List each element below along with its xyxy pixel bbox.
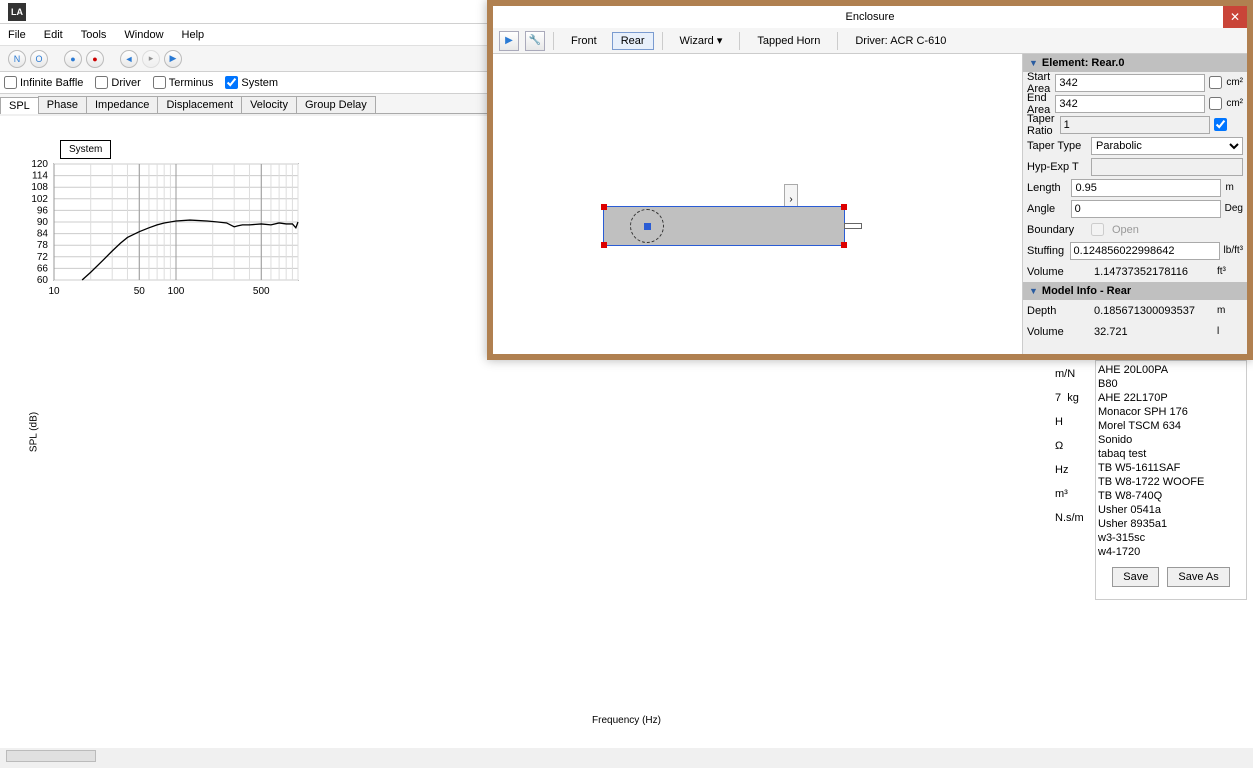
y-axis-label: SPL (dB): [29, 412, 40, 452]
model-info-header[interactable]: ▼Model Info - Rear: [1023, 282, 1247, 300]
driver-list-item[interactable]: B80: [1098, 377, 1244, 391]
prev-icon[interactable]: ◄: [120, 50, 138, 68]
record-icon[interactable]: ●: [86, 50, 104, 68]
wizard-dropdown[interactable]: Wizard ▾: [671, 31, 732, 50]
tab-group-delay[interactable]: Group Delay: [296, 96, 376, 113]
check-system[interactable]: System: [225, 76, 278, 89]
end-area-lock[interactable]: [1209, 97, 1222, 110]
svg-text:96: 96: [37, 205, 49, 216]
save-as-button[interactable]: Save As: [1167, 567, 1229, 587]
start-area-lock[interactable]: [1209, 76, 1222, 89]
save-button[interactable]: Save: [1112, 567, 1159, 587]
hyp-exp-input[interactable]: [1091, 158, 1243, 176]
svg-text:78: 78: [37, 240, 49, 251]
property-panel: ▼Element: Rear.0 Start Areacm² End Areac…: [1023, 54, 1247, 354]
enclosure-segment[interactable]: [603, 206, 845, 246]
taper-ratio-input[interactable]: [1060, 116, 1210, 134]
x-axis-label: Frequency (Hz): [592, 715, 661, 726]
driver-list-item[interactable]: Sonido: [1098, 433, 1244, 447]
driver-info: Driver: ACR C-610: [846, 32, 955, 50]
stuffing-input[interactable]: [1070, 242, 1220, 260]
driver-list-item[interactable]: Morel TSCM 634: [1098, 419, 1244, 433]
start-area-input[interactable]: [1055, 74, 1205, 92]
svg-text:500: 500: [253, 286, 270, 297]
svg-text:90: 90: [37, 217, 49, 228]
enclosure-canvas[interactable]: ›: [493, 54, 1023, 354]
length-input[interactable]: [1071, 179, 1221, 197]
driver-list-item[interactable]: tabaq test: [1098, 447, 1244, 461]
svg-text:108: 108: [31, 182, 48, 193]
svg-text:72: 72: [37, 252, 49, 263]
play-icon[interactable]: ●: [64, 50, 82, 68]
tab-phase[interactable]: Phase: [38, 96, 87, 113]
tab-spl[interactable]: SPL: [0, 97, 39, 114]
tab-velocity[interactable]: Velocity: [241, 96, 297, 113]
svg-text:10: 10: [48, 286, 60, 297]
driver-list-item[interactable]: TB W8-1722 WOOFE: [1098, 475, 1244, 489]
svg-text:114: 114: [32, 171, 48, 182]
driver-center-icon: [644, 223, 651, 230]
tab-impedance[interactable]: Impedance: [86, 96, 158, 113]
taper-type-select[interactable]: Parabolic: [1091, 137, 1243, 155]
taper-ratio-lock[interactable]: [1214, 118, 1227, 131]
enclosure-titlebar[interactable]: Enclosure ✕: [493, 6, 1247, 28]
wrench-icon[interactable]: 🔧: [525, 31, 545, 51]
design-type: Tapped Horn: [748, 32, 829, 50]
svg-text:100: 100: [168, 286, 185, 297]
unit-column: m/N 7 kg H Ω Hz m³ N.s/m: [1055, 368, 1089, 526]
status-scroll[interactable]: [6, 750, 96, 762]
check-driver[interactable]: Driver: [95, 76, 140, 89]
enclosure-window: Enclosure ✕ ▶ 🔧 Front Rear Wizard ▾ Tapp…: [487, 0, 1253, 360]
driver-list-item[interactable]: Usher 8935a1: [1098, 517, 1244, 531]
angle-input[interactable]: [1071, 200, 1221, 218]
element-header[interactable]: ▼Element: Rear.0: [1023, 54, 1247, 72]
check-terminus[interactable]: Terminus: [153, 76, 214, 89]
driver-list-panel: AHE 20L00PAB80AHE 22L170PMonacor SPH 176…: [1095, 360, 1247, 600]
run-icon[interactable]: ▶: [499, 31, 519, 51]
close-icon[interactable]: ✕: [1223, 6, 1247, 28]
enclosure-toolbar: ▶ 🔧 Front Rear Wizard ▾ Tapped Horn Driv…: [493, 28, 1247, 54]
menu-help[interactable]: Help: [182, 29, 205, 41]
end-area-input[interactable]: [1055, 95, 1205, 113]
driver-list-item[interactable]: w3-315sc: [1098, 531, 1244, 545]
svg-text:66: 66: [37, 263, 49, 274]
menu-edit[interactable]: Edit: [44, 29, 63, 41]
driver-list-item[interactable]: Monacor SPH 176: [1098, 405, 1244, 419]
tab-displacement[interactable]: Displacement: [157, 96, 242, 113]
svg-text:60: 60: [37, 275, 49, 286]
menu-tools[interactable]: Tools: [81, 29, 107, 41]
check-infinite-baffle[interactable]: Infinite Baffle: [4, 76, 83, 89]
svg-text:84: 84: [37, 229, 49, 240]
driver-list-item[interactable]: w4-1720: [1098, 545, 1244, 559]
tab-front[interactable]: Front: [562, 32, 606, 50]
driver-list[interactable]: AHE 20L00PAB80AHE 22L170PMonacor SPH 176…: [1096, 361, 1246, 561]
open-icon[interactable]: O: [30, 50, 48, 68]
menu-file[interactable]: File: [8, 29, 26, 41]
next-icon[interactable]: ▶: [164, 50, 182, 68]
driver-list-item[interactable]: AHE 20L00PA: [1098, 363, 1244, 377]
boundary-check: [1091, 223, 1104, 236]
svg-text:102: 102: [31, 194, 48, 205]
driver-list-item[interactable]: AHE 22L170P: [1098, 391, 1244, 405]
driver-list-item[interactable]: Usher 0541a: [1098, 503, 1244, 517]
port-icon: [844, 223, 862, 229]
tab-rear[interactable]: Rear: [612, 32, 654, 50]
new-icon[interactable]: N: [8, 50, 26, 68]
driver-list-item[interactable]: TB W5-1611SAF: [1098, 461, 1244, 475]
stop-icon[interactable]: ▸: [142, 50, 160, 68]
svg-text:120: 120: [31, 159, 48, 170]
menu-window[interactable]: Window: [124, 29, 163, 41]
chart-svg: 60667278849096102108114120 10 50 100 500: [8, 154, 308, 304]
driver-list-item[interactable]: TB W8-740Q: [1098, 489, 1244, 503]
svg-text:50: 50: [134, 286, 146, 297]
